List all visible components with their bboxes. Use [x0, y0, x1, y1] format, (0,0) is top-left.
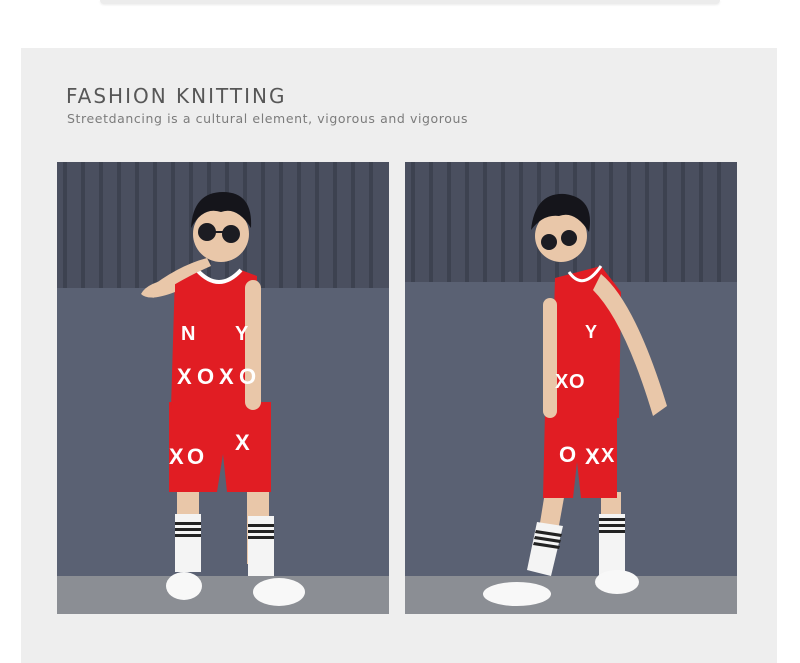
- shorts-letter-3: X: [601, 445, 615, 467]
- product-feature-card: FASHION KNITTING Streetdancing is a cult…: [21, 48, 777, 663]
- shorts-letter-1: O: [559, 442, 576, 467]
- shirt-mid-letter-4: O: [239, 364, 256, 389]
- shorts-letter-3: X: [235, 430, 250, 455]
- shirt-mid-letter-2: O: [197, 364, 214, 389]
- shirt-letter-1: N: [181, 323, 195, 345]
- shorts-letter-1: X: [169, 444, 184, 469]
- shirt-mid-letter-2: O: [569, 371, 585, 393]
- shirt-mid-letter-1: X: [177, 364, 192, 389]
- shorts-letter-2: O: [187, 444, 204, 469]
- shirt-mid-letter-3: X: [219, 364, 234, 389]
- product-photo-front: N Y X O X O X O X: [57, 162, 389, 614]
- shorts-letter-2: X: [585, 444, 600, 469]
- product-photo-side: Y X O O X X: [405, 162, 737, 614]
- side-photo-illustration: Y X O O X X: [405, 162, 737, 614]
- front-photo-illustration: N Y X O X O X O X: [57, 162, 389, 614]
- shirt-mid-letter-1: X: [555, 371, 569, 393]
- section-subtitle: Streetdancing is a cultural element, vig…: [67, 111, 469, 126]
- shirt-letter-2: Y: [235, 323, 249, 345]
- section-title: FASHION KNITTING: [66, 84, 287, 108]
- shirt-letter-1: Y: [585, 322, 597, 342]
- top-divider: [100, 0, 720, 4]
